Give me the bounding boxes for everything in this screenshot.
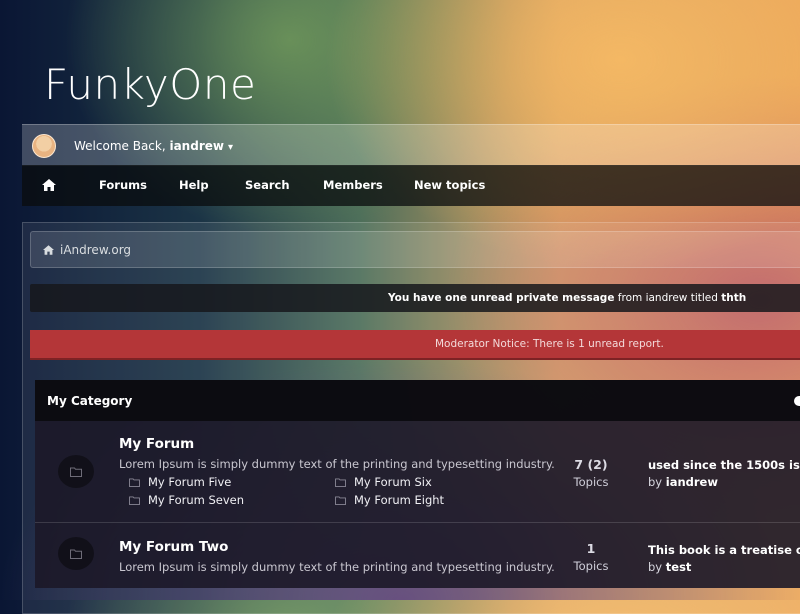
avatar[interactable] [32, 133, 56, 158]
home-icon [43, 244, 54, 255]
topics-label: Topics [573, 559, 609, 573]
collapse-toggle[interactable] [794, 396, 800, 406]
forum-description: Lorem Ipsum is simply dummy text of the … [119, 560, 555, 574]
forum-stats: 7 (2) Topics [561, 457, 621, 489]
nav-members[interactable]: Members [323, 178, 383, 192]
subforum-label: My Forum Seven [148, 493, 245, 507]
pm-notice: You have one unread private message from… [30, 284, 800, 312]
subforum-label: My Forum Six [354, 475, 432, 489]
subforum-label: My Forum Five [148, 475, 232, 489]
subforum-link[interactable]: My Forum Six [335, 475, 432, 489]
nav-help[interactable]: Help [179, 178, 209, 192]
forum-title[interactable]: My Forum [119, 436, 194, 452]
forum-title[interactable]: My Forum Two [119, 539, 228, 555]
nav-new-topics[interactable]: New topics [414, 178, 485, 192]
forum-status-icon [58, 455, 94, 488]
pm-from: from iandrew titled [614, 292, 722, 304]
last-post-author[interactable]: iandrew [666, 475, 718, 489]
category-block: My Category My Forum Lorem Ipsum is simp… [35, 380, 800, 588]
pm-notice-text[interactable]: You have one unread private message from… [388, 292, 746, 304]
moderator-notice-text[interactable]: Moderator Notice: There is 1 unread repo… [435, 338, 664, 350]
nav-home[interactable] [42, 179, 56, 194]
breadcrumb-link[interactable]: iAndrew.org [60, 243, 131, 257]
welcome-menu[interactable]: Welcome Back, iandrew ▾ [74, 139, 233, 153]
last-post-author[interactable]: test [666, 560, 692, 574]
folder-icon [129, 495, 140, 505]
subforum-link[interactable]: My Forum Seven [129, 493, 244, 507]
last-post: used since the 1500s is r... by iandrew [648, 458, 800, 489]
topics-count: 1 [586, 541, 596, 556]
forum-stats: 1 Topics [561, 541, 621, 573]
by-prefix: by [648, 475, 666, 489]
last-post-by: by test [648, 560, 800, 574]
by-prefix: by [648, 560, 666, 574]
folder-icon [335, 495, 346, 505]
topics-count: 7 (2) [574, 457, 608, 472]
category-header: My Category [35, 380, 800, 421]
user-bar: Welcome Back, iandrew ▾ [22, 124, 800, 166]
pm-title[interactable]: thth [721, 292, 746, 304]
category-title[interactable]: My Category [47, 394, 132, 408]
subforum-label: My Forum Eight [354, 493, 445, 507]
username: iandrew [169, 138, 224, 153]
folder-icon [70, 467, 82, 477]
welcome-prefix: Welcome Back, [74, 138, 170, 153]
home-icon [42, 179, 56, 191]
forum-status-icon [58, 537, 94, 570]
breadcrumb: iAndrew.org [30, 231, 800, 268]
folder-icon [70, 549, 82, 559]
forum-description: Lorem Ipsum is simply dummy text of the … [119, 457, 555, 471]
last-post: This book is a treatise o... by test [648, 543, 800, 574]
main-nav: Forums Help Search Members New topics [22, 165, 800, 206]
pm-link[interactable]: You have one unread private message [388, 292, 614, 304]
nav-forums[interactable]: Forums [99, 178, 147, 192]
site-logo[interactable]: FunkyOne [44, 60, 256, 109]
moderator-notice: Moderator Notice: There is 1 unread repo… [30, 330, 800, 360]
topics-label: Topics [573, 475, 609, 489]
forum-row: My Forum Lorem Ipsum is simply dummy tex… [35, 421, 800, 523]
forum-row: My Forum Two Lorem Ipsum is simply dummy… [35, 523, 800, 587]
folder-icon [129, 477, 140, 487]
subforum-link[interactable]: My Forum Eight [335, 493, 444, 507]
subforum-link[interactable]: My Forum Five [129, 475, 231, 489]
last-post-title[interactable]: This book is a treatise o... [648, 543, 800, 557]
chevron-down-icon: ▾ [227, 141, 233, 153]
nav-search[interactable]: Search [245, 178, 290, 192]
folder-icon [335, 477, 346, 487]
last-post-title[interactable]: used since the 1500s is r... [648, 458, 800, 472]
last-post-by: by iandrew [648, 475, 800, 489]
